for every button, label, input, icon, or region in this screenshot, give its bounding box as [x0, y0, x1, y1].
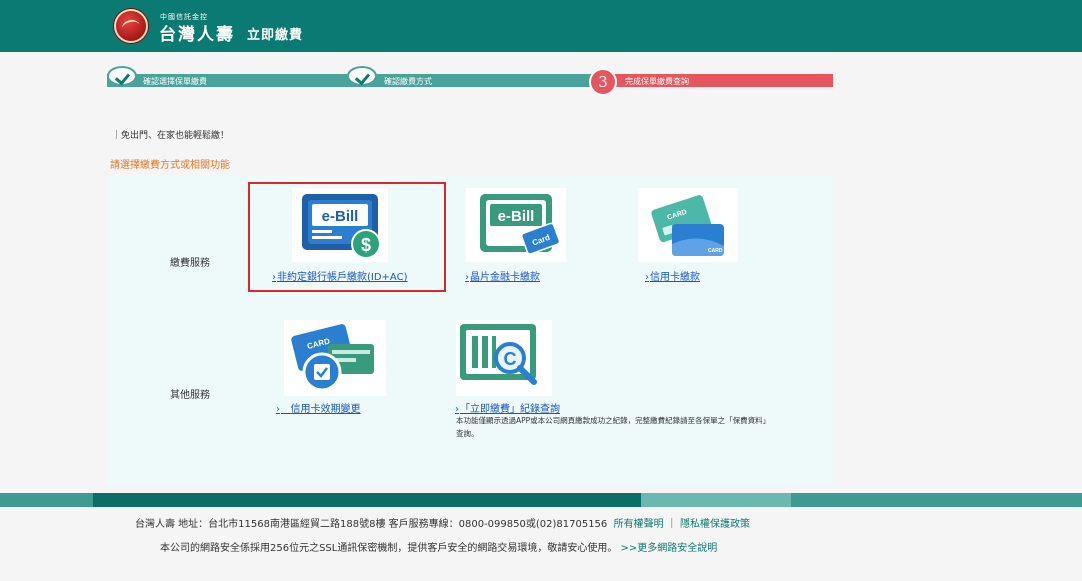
- chip-card-payment-link[interactable]: ›晶片金融卡繳款: [465, 268, 540, 283]
- card-validity-change-link[interactable]: › 信用卡效期變更: [276, 400, 361, 415]
- svg-text:C: C: [504, 349, 517, 369]
- ebill-chip-card-icon[interactable]: e-Bill Card: [466, 188, 566, 262]
- credit-card-change-icon[interactable]: CARD: [284, 320, 386, 396]
- footer-security-text: 本公司的網路安全係採用256位元之SSL通訊保密機制，提供客戶安全的網路交易環境…: [160, 543, 618, 554]
- choose-prompt: 請選擇繳費方式或相關功能: [110, 160, 230, 171]
- step-2-check-icon: [347, 66, 377, 86]
- footer-line-2: 本公司的網路安全係採用256位元之SSL通訊保密機制，提供客戶安全的網路交易環境…: [160, 539, 717, 554]
- intro-text: ｜免出門、在家也能輕鬆繳！: [112, 131, 230, 141]
- app-title: 立即繳費: [247, 28, 304, 43]
- payment-record-search-icon[interactable]: C: [456, 320, 552, 396]
- footer-separator: ｜: [666, 519, 677, 530]
- footer-strip-dark: [93, 493, 641, 507]
- svg-text:CARD: CARD: [708, 248, 723, 254]
- step-2-label: 確認繳費方式: [384, 77, 432, 86]
- progress-steps: 確認選擇保單繳費 確認繳費方式 3 完成保單繳費查詢: [107, 66, 833, 96]
- step-1-label: 確認選擇保單繳費: [143, 77, 207, 86]
- company-logo-icon: [114, 9, 148, 43]
- step-3-number: 3: [589, 68, 617, 96]
- payment-services-label: 繳費服務: [170, 258, 210, 269]
- site-header: 中國信託金控 台灣人壽 立即繳費: [0, 0, 1082, 52]
- privacy-policy-link[interactable]: 隱私權保護政策: [680, 519, 750, 530]
- more-security-info-link[interactable]: >>更多網路安全說明: [621, 543, 718, 554]
- step-3-label: 完成保單繳費查詢: [625, 77, 689, 86]
- record-query-note: 本功能僅顯示透過APP或本公司網頁繳款成功之紀錄，完整繳費紀錄請至各保單之「保費…: [456, 416, 771, 438]
- footer-address: 台灣人壽 地址：台北市11568南港區經貿二路188號8樓 客戶服務專線：080…: [135, 519, 608, 530]
- footer-line-1: 台灣人壽 地址：台北市11568南港區經貿二路188號8樓 客戶服務專線：080…: [135, 515, 750, 530]
- footer-strip: [0, 493, 1082, 507]
- other-services-label: 其他服務: [170, 390, 210, 401]
- credit-card-payment-link[interactable]: ›信用卡繳款: [645, 268, 700, 283]
- step-1-check-icon: [107, 66, 137, 86]
- ownership-statement-link[interactable]: 所有權聲明: [614, 519, 664, 530]
- svg-text:e-Bill: e-Bill: [498, 208, 535, 225]
- payment-record-query-link[interactable]: ›「立即繳費」紀錄查詢: [455, 400, 560, 415]
- logo-company-name: 台灣人壽: [159, 25, 235, 45]
- selected-option-highlight: [248, 182, 446, 292]
- credit-card-icon[interactable]: CARD CARD: [638, 188, 738, 262]
- footer-strip-light: [641, 493, 791, 507]
